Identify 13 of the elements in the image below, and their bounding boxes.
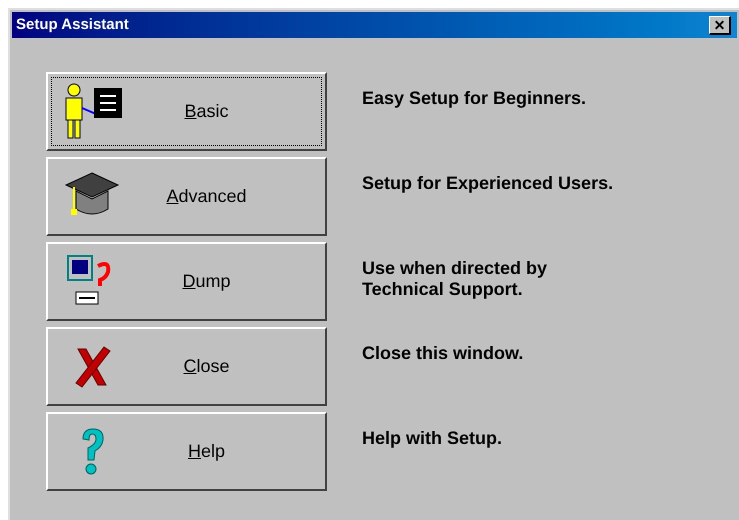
option-button[interactable]: Dump <box>46 242 327 321</box>
option-button[interactable]: Advanced <box>46 157 327 236</box>
option-description: Easy Setup for Beginners. <box>362 88 588 109</box>
option-button[interactable]: Close <box>46 327 327 406</box>
option-description: Technical Support. <box>362 279 524 300</box>
option-description: Setup for Experienced Users. <box>362 173 614 194</box>
option-button[interactable]: Help <box>46 412 327 491</box>
option-description: Close this window. <box>362 343 524 364</box>
option-description: Use when directed by <box>362 258 548 279</box>
option-description: Help with Setup. <box>362 428 504 449</box>
close-button[interactable]: × <box>709 16 731 34</box>
option-button[interactable]: Basic <box>46 72 327 151</box>
window-title: Setup Assistant <box>16 14 129 35</box>
